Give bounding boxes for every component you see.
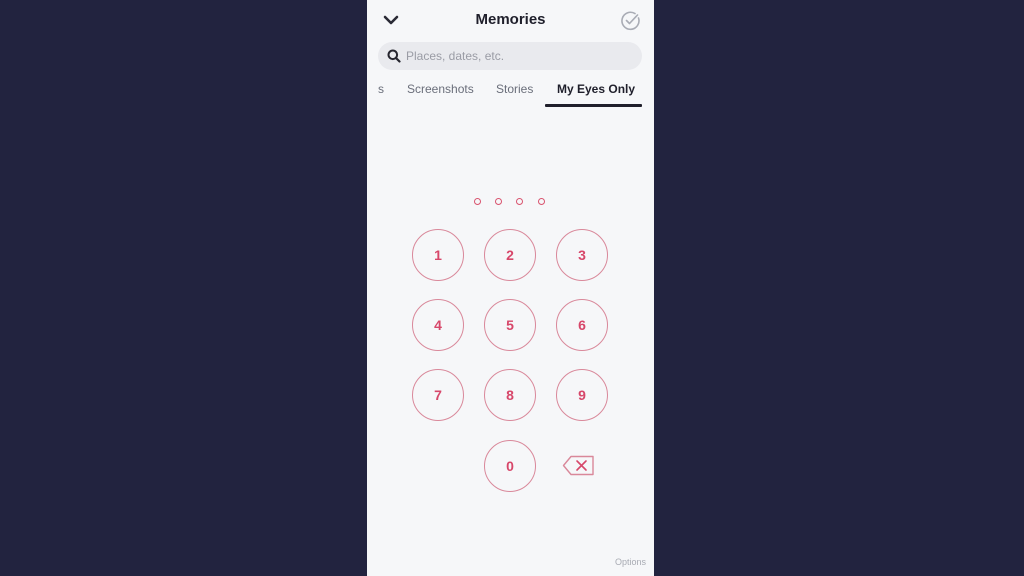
passcode-dot	[495, 198, 502, 205]
passcode-dot	[474, 198, 481, 205]
passcode-dot	[516, 198, 523, 205]
key-4[interactable]: 4	[412, 299, 464, 351]
key-1[interactable]: 1	[412, 229, 464, 281]
tab-stories[interactable]: Stories	[496, 82, 533, 96]
passcode-dot	[538, 198, 545, 205]
search-icon	[387, 49, 401, 63]
key-9[interactable]: 9	[556, 369, 608, 421]
key-3[interactable]: 3	[556, 229, 608, 281]
memories-panel: Memories s Screenshots Stories My Eyes O…	[367, 0, 654, 576]
tab-screenshots[interactable]: Screenshots	[407, 82, 474, 96]
backspace-icon[interactable]	[562, 455, 595, 476]
page-title: Memories	[475, 11, 546, 28]
options-link[interactable]: Options	[615, 557, 646, 567]
key-5[interactable]: 5	[484, 299, 536, 351]
tab-my-eyes-only[interactable]: My Eyes Only	[557, 82, 635, 96]
tab-partial[interactable]: s	[378, 82, 384, 96]
key-0[interactable]: 0	[484, 440, 536, 492]
key-6[interactable]: 6	[556, 299, 608, 351]
tab-bar: s Screenshots Stories My Eyes Only	[367, 80, 654, 108]
key-8[interactable]: 8	[484, 369, 536, 421]
header: Memories	[367, 0, 654, 40]
check-circle-icon[interactable]	[620, 10, 641, 31]
search-bar[interactable]	[378, 42, 642, 70]
search-input[interactable]	[406, 42, 626, 70]
active-tab-indicator	[545, 104, 642, 107]
key-2[interactable]: 2	[484, 229, 536, 281]
key-7[interactable]: 7	[412, 369, 464, 421]
